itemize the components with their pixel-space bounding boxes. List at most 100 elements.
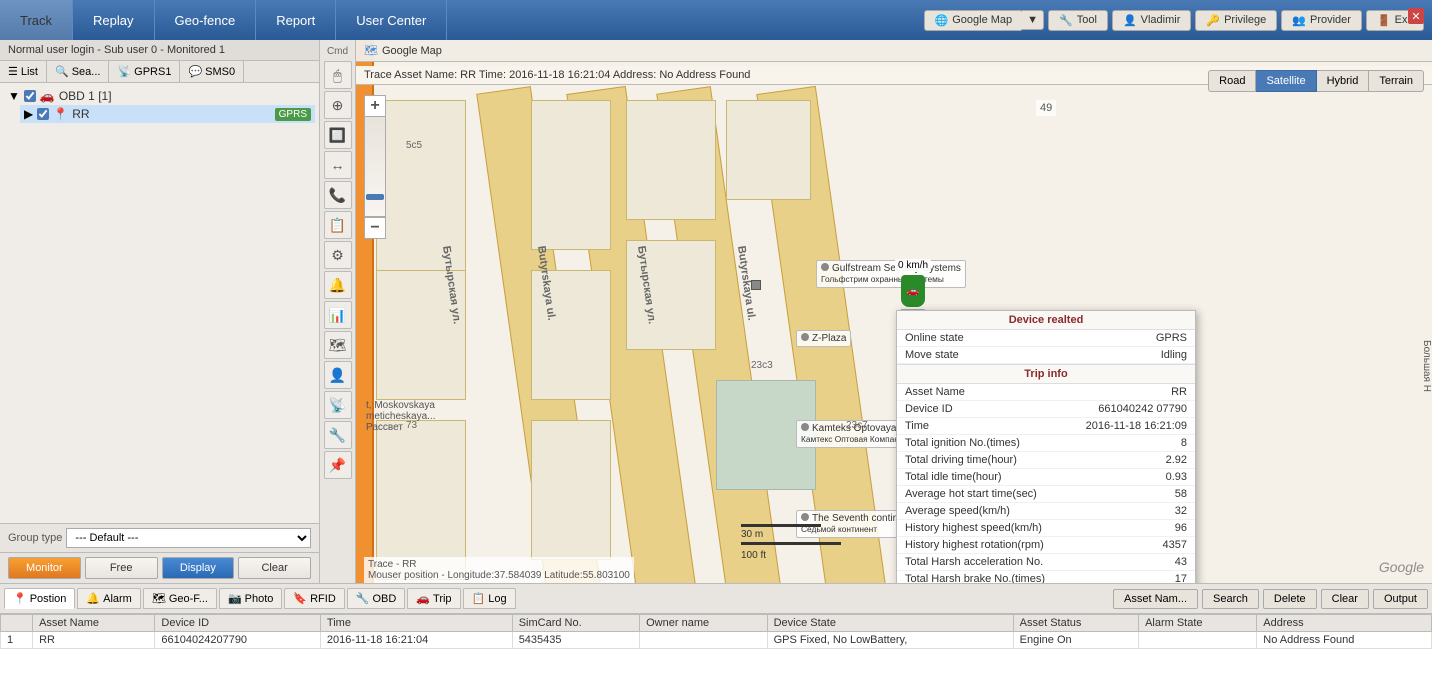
privilege-icon: 🔑 (1206, 14, 1220, 27)
asset-name-filter-btn[interactable]: Asset Nam... (1113, 589, 1198, 609)
list-label: List (21, 66, 38, 78)
harsh-brake-val: 17 (1175, 573, 1187, 583)
poi-dot-2 (801, 333, 809, 341)
harsh-accel-key: Total Harsh acceleration No. (905, 556, 1175, 568)
user-btn[interactable]: 👤 Vladimir (1112, 10, 1191, 31)
clear-table-btn[interactable]: Clear (1321, 589, 1369, 609)
cmd-btn-6[interactable]: 📋 (324, 211, 352, 239)
left-tab-sms0[interactable]: 💬 SMS0 (180, 61, 244, 82)
cmd-btn-3[interactable]: 🔲 (324, 121, 352, 149)
bottom-tab-position[interactable]: 📍 Postion (4, 588, 75, 609)
map-view-satellite[interactable]: Satellite (1256, 70, 1316, 92)
monitor-button[interactable]: Monitor (8, 557, 81, 579)
tool-label: Tool (1077, 14, 1097, 26)
map-view-hybrid[interactable]: Hybrid (1317, 70, 1370, 92)
bottom-tab-photo[interactable]: 📷 Photo (219, 588, 282, 609)
search-btn[interactable]: Search (1202, 589, 1259, 609)
cmd-btn-10[interactable]: 🗺 (324, 331, 352, 359)
tree-device-expand-icon[interactable]: ▶ (24, 107, 33, 121)
table-header-row: Asset Name Device ID Time SimCard No. Ow… (1, 615, 1432, 632)
avg-hot-start-val: 58 (1175, 488, 1187, 500)
popup-total-ignition: Total ignition No.(times) 8 (897, 435, 1195, 452)
position-icon: 📍 (13, 592, 27, 605)
map-selector[interactable]: 🌐 Google Map ▼ (924, 10, 1045, 31)
clear-button[interactable]: Clear (238, 557, 311, 579)
window-close-btn[interactable]: ✕ (1408, 8, 1424, 24)
left-tab-list[interactable]: ☰ List (0, 61, 47, 82)
user-label: Vladimir (1141, 14, 1181, 26)
privilege-btn[interactable]: 🔑 Privilege (1195, 10, 1277, 31)
map-view-road[interactable]: Road (1208, 70, 1256, 92)
col-alarm-state: Alarm State (1139, 615, 1257, 632)
highest-speed-key: History highest speed(km/h) (905, 522, 1175, 534)
zoom-thumb[interactable] (366, 194, 384, 200)
bottom-tab-geofence[interactable]: 🗺 Geo-F... (143, 588, 217, 609)
group-type-select[interactable]: --- Default --- (66, 528, 311, 548)
zoom-slider[interactable] (364, 117, 386, 217)
bottom-tab-alarm[interactable]: 🔔 Alarm (77, 588, 140, 609)
tab-geofence-label: Geo-fence (175, 13, 236, 28)
obd-label: OBD 1 [1] (59, 89, 112, 103)
online-state-val: GPRS (1156, 332, 1187, 344)
tool-btn[interactable]: 🔧 Tool (1048, 10, 1108, 31)
cmd-btn-5[interactable]: 📞 (324, 181, 352, 209)
cmd-btn-1[interactable]: 🖱 (324, 61, 352, 89)
free-button[interactable]: Free (85, 557, 158, 579)
group-type-label: Group type (8, 532, 62, 544)
tree-root-checkbox[interactable] (24, 90, 36, 102)
cmd-btn-7[interactable]: ⚙ (324, 241, 352, 269)
cmd-btn-2[interactable]: ⊕ (324, 91, 352, 119)
cmd-btn-4[interactable]: ↔ (324, 151, 352, 179)
map-dropdown-btn[interactable]: ▼ (1022, 10, 1044, 30)
bottom-tab-log[interactable]: 📋 Log (463, 588, 516, 609)
map-icon: 🗺 (364, 44, 378, 57)
highest-speed-val: 96 (1175, 522, 1187, 534)
tree-expand-icon[interactable]: ▼ (8, 89, 20, 103)
tab-track[interactable]: Track (0, 0, 73, 40)
block-num-73: 73 (406, 420, 417, 431)
alarm-label: Alarm (103, 593, 132, 605)
bottom-data-table: Asset Name Device ID Time SimCard No. Ow… (0, 613, 1432, 698)
output-btn[interactable]: Output (1373, 589, 1428, 609)
popup-time-val: 2016-11-18 16:21:09 (1086, 420, 1187, 432)
bottom-tab-bar: 📍 Postion 🔔 Alarm 🗺 Geo-F... 📷 Photo 🔖 R… (0, 583, 1432, 613)
delete-btn[interactable]: Delete (1263, 589, 1317, 609)
bottom-tab-rfid[interactable]: 🔖 RFID (284, 588, 344, 609)
popup-avg-speed: Average speed(km/h) 32 (897, 503, 1195, 520)
bottom-tab-obd[interactable]: 🔧 OBD (347, 588, 406, 609)
provider-btn[interactable]: 👥 Provider (1281, 10, 1362, 31)
popup-highest-speed: History highest speed(km/h) 96 (897, 520, 1195, 537)
google-map-btn[interactable]: 🌐 Google Map (924, 10, 1024, 31)
zoom-out-btn[interactable]: − (364, 217, 386, 239)
data-table: Asset Name Device ID Time SimCard No. Ow… (0, 614, 1432, 649)
bolshaya-label: Большая Н (1414, 340, 1432, 392)
map-view-terrain[interactable]: Terrain (1369, 70, 1424, 92)
total-ignition-val: 8 (1181, 437, 1187, 449)
table-row[interactable]: 1 RR 66104024207790 2016-11-18 16:21:04 … (1, 632, 1432, 649)
cmd-btn-13[interactable]: 🔧 (324, 421, 352, 449)
left-tab-gprs1[interactable]: 📡 GPRS1 (109, 61, 180, 82)
tab-geofence[interactable]: Geo-fence (155, 0, 257, 40)
position-label: Postion (30, 593, 67, 605)
cmd-btn-14[interactable]: 📌 (324, 451, 352, 479)
tree-device-checkbox[interactable] (37, 108, 49, 120)
tab-replay[interactable]: Replay (73, 0, 154, 40)
user-icon: 👤 (1123, 14, 1137, 27)
cmd-btn-9[interactable]: 📊 (324, 301, 352, 329)
left-tab-search[interactable]: 🔍 Sea... (47, 61, 109, 82)
row-owner (640, 632, 767, 649)
cmd-btn-8[interactable]: 🔔 (324, 271, 352, 299)
tab-report[interactable]: Report (256, 0, 336, 40)
tree-device-row[interactable]: ▶ 📍 RR GPRS (20, 105, 315, 123)
tab-usercenter[interactable]: User Center (336, 0, 447, 40)
col-address: Address (1257, 615, 1432, 632)
cmd-btn-11[interactable]: 👤 (324, 361, 352, 389)
zoom-in-btn[interactable]: + (364, 95, 386, 117)
display-button[interactable]: Display (162, 557, 235, 579)
cmd-btn-12[interactable]: 📡 (324, 391, 352, 419)
block-9 (531, 420, 611, 560)
trip-label: Trip (433, 593, 452, 605)
provider-label: Provider (1310, 14, 1351, 26)
bottom-tab-trip[interactable]: 🚗 Trip (407, 588, 460, 609)
map-background[interactable]: Бутырская ул. Butyrskaya ul. Бутырская у… (356, 40, 1432, 583)
